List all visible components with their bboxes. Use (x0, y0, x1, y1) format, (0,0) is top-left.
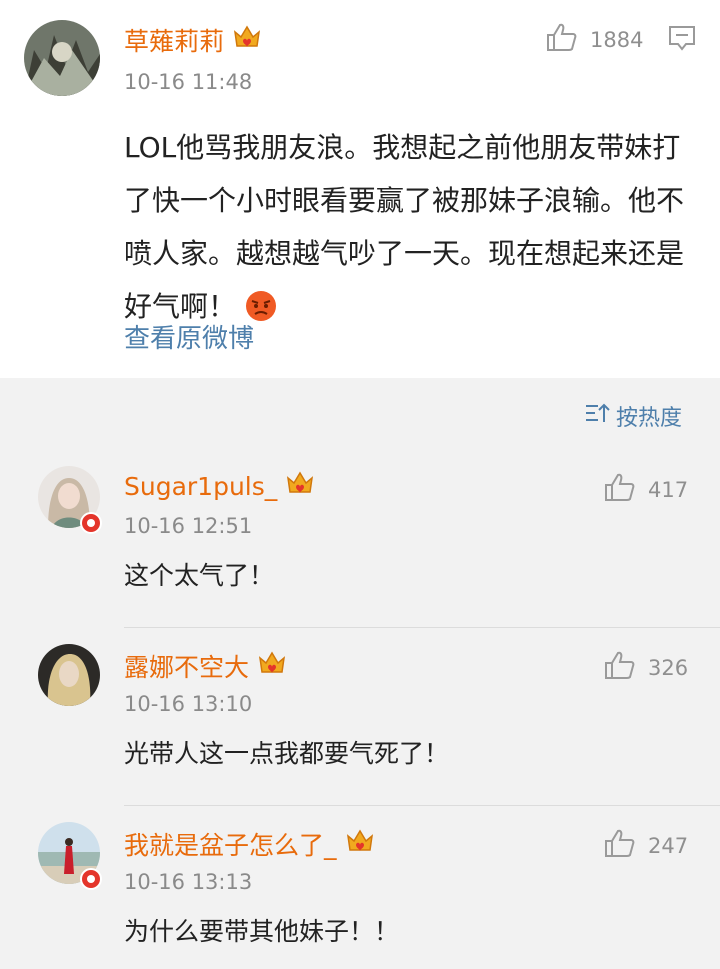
thumbs-up-icon[interactable] (604, 828, 636, 863)
comment-username[interactable]: Sugar1puls_ (124, 470, 315, 502)
like-count: 326 (648, 655, 689, 680)
view-original-link[interactable]: 查看原微博 (124, 318, 254, 355)
like-button[interactable]: 247 (604, 828, 688, 863)
comment-item: Sugar1puls_ 10-16 12:51 417 这个太气了！ (0, 450, 720, 628)
post-time: 10-16 11:48 (124, 70, 253, 94)
sort-by-hot[interactable]: 按热度 (584, 400, 682, 432)
sort-label[interactable]: 按热度 (616, 400, 682, 432)
comment-time: 10-16 13:13 (124, 870, 253, 894)
avatar[interactable] (38, 644, 100, 706)
comment-time: 10-16 13:10 (124, 692, 253, 716)
thumbs-up-icon[interactable] (546, 22, 578, 57)
post-text: LOL他骂我朋友浪。我想起之前他朋友带妹打了快一个小时眼看要赢了被那妹子浪输。他… (124, 131, 685, 323)
like-count: 1884 (590, 27, 644, 52)
like-button[interactable]: 326 (604, 650, 688, 685)
like-count: 247 (648, 833, 689, 858)
comment-time: 10-16 12:51 (124, 514, 253, 538)
like-button[interactable]: 1884 (546, 22, 643, 57)
comment-item: 我就是盆子怎么了_ 10-16 13:13 247 为什么要带其他妹子！！ (0, 806, 720, 969)
sort-icon[interactable] (584, 402, 610, 430)
crown-badge-icon (232, 24, 262, 56)
thumbs-up-icon[interactable] (604, 650, 636, 685)
crown-badge-icon (345, 828, 375, 860)
comment-username-text[interactable]: 我就是盆子怎么了_ (124, 826, 337, 862)
author-name[interactable]: 草薙莉莉 (124, 22, 262, 58)
comment-text: 这个太气了！ (124, 561, 275, 590)
avatar[interactable] (24, 20, 100, 96)
comment-username-text[interactable]: 露娜不空大 (124, 648, 249, 684)
like-button[interactable]: 417 (604, 472, 688, 507)
verified-badge-icon (80, 868, 102, 890)
comment-username[interactable]: 我就是盆子怎么了_ (124, 826, 375, 862)
comment-username-text[interactable]: Sugar1puls_ (124, 472, 277, 501)
comment-icon[interactable] (668, 24, 696, 56)
crown-badge-icon (257, 650, 287, 682)
comment-username[interactable]: 露娜不空大 (124, 648, 287, 684)
author-name-text[interactable]: 草薙莉莉 (124, 22, 224, 58)
like-count: 417 (648, 477, 689, 502)
original-post: 草薙莉莉 10-16 11:48 1884 LOL他骂我朋友浪。我想起之前他朋友… (0, 0, 720, 378)
comment-text: 为什么要带其他妹子！！ (124, 917, 400, 946)
post-body: LOL他骂我朋友浪。我想起之前他朋友带妹打了快一个小时眼看要赢了被那妹子浪输。他… (124, 121, 704, 339)
thumbs-up-icon[interactable] (604, 472, 636, 507)
verified-badge-icon (80, 512, 102, 534)
comment-item: 露娜不空大 10-16 13:10 326 光带人这一点我都要气死了！ (0, 628, 720, 806)
crown-badge-icon (285, 470, 315, 502)
comment-text: 光带人这一点我都要气死了！ (124, 739, 450, 768)
